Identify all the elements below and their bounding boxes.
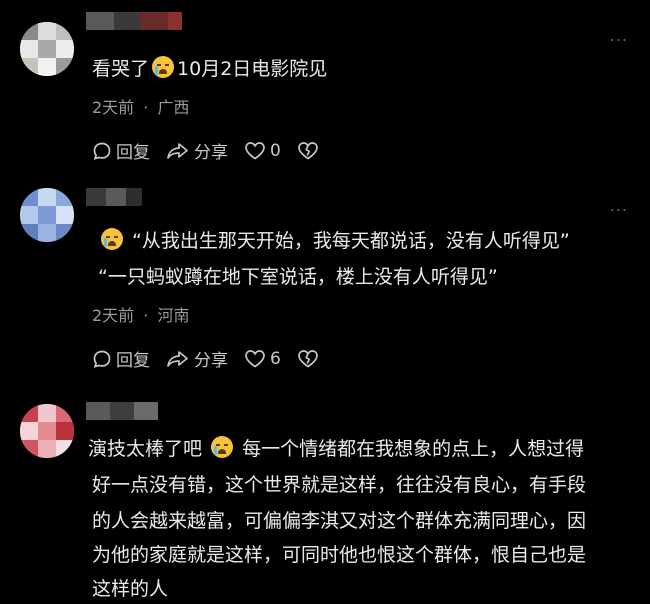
comment-text-line: “一只蚂蚁蹲在地下室说话，楼上没有人听得见” <box>98 266 498 288</box>
broken-heart-icon <box>297 141 318 159</box>
comment-text-line: 为他的家庭就是这样，可同时他也恨这个群体，恨自己也是 <box>92 544 587 566</box>
comment-time: 2天前 <box>92 98 135 117</box>
comment-item: ... “从我出生那天开始，我每天都说话，没有人听得见” “一只蚂蚁蹲在地下室说… <box>0 180 650 380</box>
comment-item: 演技太棒了吧 每一个情绪都在我想象的点上，人想过得 好一点没有错，这个世界就是这… <box>0 390 650 600</box>
share-button[interactable]: 分享 <box>166 138 228 163</box>
crying-emoji-icon <box>211 436 234 458</box>
share-button[interactable]: 分享 <box>166 346 228 371</box>
avatar[interactable] <box>20 404 74 458</box>
avatar[interactable] <box>20 22 74 76</box>
heart-icon <box>245 141 265 159</box>
comment-text: 看哭了 10月2日电影院见 <box>92 56 328 80</box>
comment-text-line: 好一点没有错，这个世界就是这样，往往没有良心，有手段 <box>92 474 587 496</box>
reply-button[interactable]: 回复 <box>92 138 150 163</box>
like-button[interactable]: 0 <box>244 141 281 161</box>
more-options-icon[interactable]: ... <box>610 26 628 45</box>
share-icon <box>167 142 188 159</box>
share-icon <box>167 350 188 367</box>
reply-icon <box>93 142 111 160</box>
comment-location: 河南 <box>157 306 190 325</box>
comment-meta: 2天前 · 河南 <box>92 306 190 325</box>
more-options-icon[interactable]: ... <box>610 196 628 215</box>
heart-icon <box>245 349 265 367</box>
broken-heart-icon <box>297 349 318 367</box>
dislike-button[interactable] <box>297 141 323 161</box>
avatar[interactable] <box>20 188 74 242</box>
reply-icon <box>93 350 111 368</box>
like-count: 6 <box>270 348 281 369</box>
crying-emoji-icon <box>152 56 175 78</box>
comment-item: ... 看哭了 10月2日电影院见 2天前 · 广西 回复 分享 0 <box>0 0 650 180</box>
comment-text-line: 这样的人 <box>92 578 169 600</box>
comment-time: 2天前 <box>92 306 135 325</box>
comment-meta: 2天前 · 广西 <box>92 98 190 117</box>
comment-actions: 回复 分享 6 <box>92 346 339 371</box>
comment-text-line: 演技太棒了吧 每一个情绪都在我想象的点上，人想过得 <box>88 436 585 460</box>
comment-text-line: 的人会越来越富，可偏偏李淇又对这个群体充满同理心，因 <box>92 510 587 532</box>
reply-button[interactable]: 回复 <box>92 346 150 371</box>
comment-actions: 回复 分享 0 <box>92 138 339 163</box>
like-button[interactable]: 6 <box>244 349 281 369</box>
like-count: 0 <box>270 140 281 161</box>
dislike-button[interactable] <box>297 349 323 369</box>
crying-emoji-icon <box>101 228 123 250</box>
comment-location: 广西 <box>157 98 190 117</box>
comment-text-line: “从我出生那天开始，我每天都说话，没有人听得见” <box>98 226 570 256</box>
